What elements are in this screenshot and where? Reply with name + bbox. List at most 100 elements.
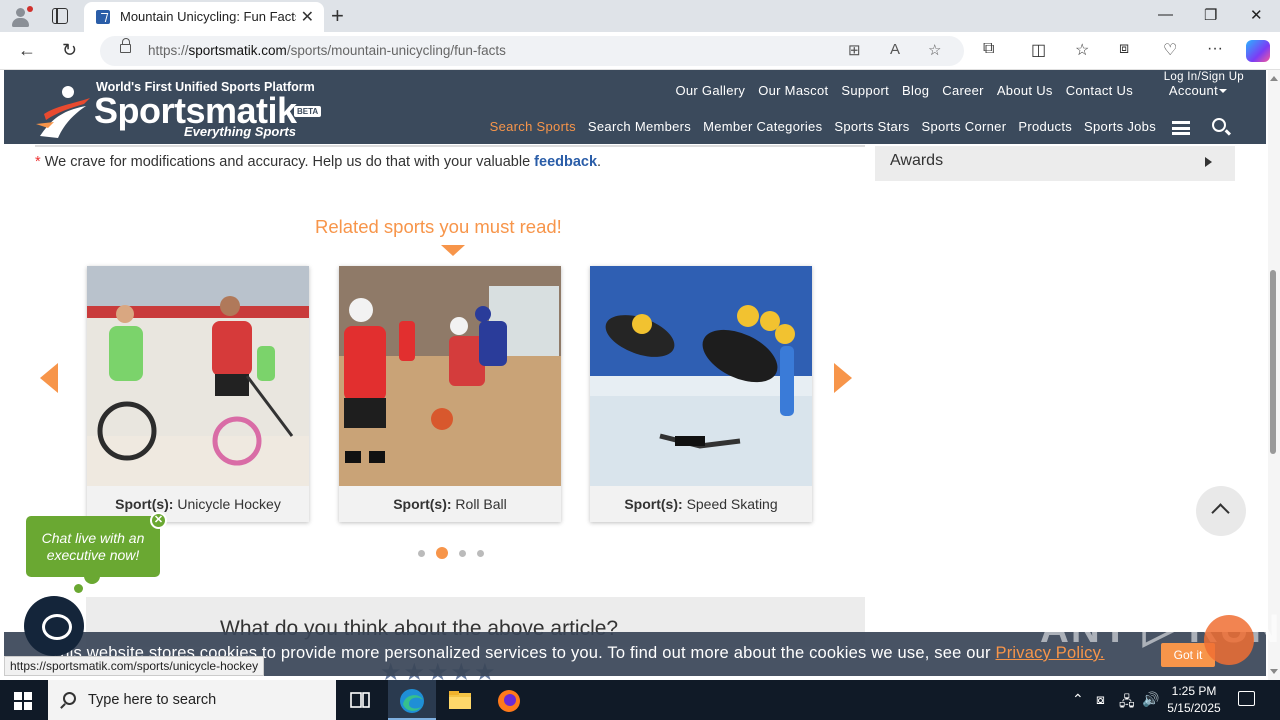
nav-products[interactable]: Products: [1018, 119, 1072, 134]
new-tab-icon[interactable]: +: [331, 3, 344, 29]
nav-search-sports[interactable]: Search Sports: [490, 119, 576, 134]
related-sports-title: Related sports you must read!: [315, 216, 562, 237]
carousel-pagination: [418, 547, 484, 559]
firefox-icon[interactable]: [496, 688, 520, 712]
chat-bubble-dot: [74, 584, 83, 593]
login-signup-link[interactable]: Log In/Sign Up: [1164, 71, 1244, 83]
chat-bubble-tail: [84, 576, 100, 584]
nav-support[interactable]: Support: [841, 83, 889, 98]
collections-icon[interactable]: ⧈: [1119, 40, 1129, 58]
favorite-star-icon[interactable]: ☆: [928, 41, 941, 59]
scrollbar-thumb[interactable]: [1270, 270, 1276, 454]
edge-browser-icon[interactable]: [399, 688, 424, 713]
volume-icon[interactable]: 🔊: [1142, 691, 1159, 708]
file-explorer-icon[interactable]: [447, 688, 471, 712]
scroll-up-arrow-icon[interactable]: [1270, 72, 1278, 81]
carousel-dot[interactable]: [418, 549, 425, 557]
task-view-icon[interactable]: [348, 688, 372, 712]
nav-our-gallery[interactable]: Our Gallery: [675, 83, 745, 98]
carousel-prev-icon[interactable]: [40, 363, 58, 393]
tray-device-icon[interactable]: ⧇: [1096, 691, 1105, 708]
carousel-dot[interactable]: [477, 549, 484, 557]
app-available-icon[interactable]: ⊞: [848, 41, 861, 59]
split-screen-icon[interactable]: ◫: [1031, 40, 1046, 60]
browser-tab-active[interactable]: Mountain Unicycling: Fun Facts, ✕: [84, 2, 324, 32]
sport-card-roll-ball[interactable]: Sport(s): Roll Ball: [339, 266, 561, 522]
account-dropdown[interactable]: Account: [1169, 83, 1228, 98]
chevron-right-icon: [1205, 157, 1217, 167]
read-aloud-icon[interactable]: A: [890, 41, 900, 58]
url-field[interactable]: https://sportsmatik.com/sports/mountain-…: [100, 36, 964, 66]
nav-member-categories[interactable]: Member Categories: [703, 119, 822, 134]
window-close-icon[interactable]: ✕: [1250, 6, 1263, 24]
feedback-text: We crave for modifications and accuracy.…: [44, 154, 531, 170]
copilot-icon[interactable]: [1246, 40, 1270, 62]
restore-icon[interactable]: ❐: [1204, 6, 1217, 24]
scroll-down-arrow-icon[interactable]: [1270, 669, 1278, 678]
nav-contact-us[interactable]: Contact Us: [1066, 83, 1133, 98]
refresh-icon[interactable]: ↻: [62, 40, 77, 61]
nav-about-us[interactable]: About Us: [997, 83, 1053, 98]
sidebar-item-label: Awards: [890, 152, 944, 169]
taskbar-search-box[interactable]: Type here to search: [48, 680, 336, 720]
sport-card-speed-skating[interactable]: Sport(s): Speed Skating: [590, 266, 812, 522]
feedback-link[interactable]: feedback: [534, 154, 597, 170]
search-icon: [63, 692, 76, 705]
chat-launcher-icon[interactable]: [24, 596, 84, 656]
sport-card-unicycle-hockey[interactable]: Sport(s): Unicycle Hockey: [87, 266, 309, 522]
sportsmatik-logo[interactable]: World's First Unified Sports Platform Sp…: [34, 80, 334, 140]
beta-badge: BETA: [294, 106, 322, 117]
favorites-icon[interactable]: ☆: [1075, 40, 1089, 60]
chat-invite-bubble[interactable]: Chat live with an executive now!: [26, 516, 160, 577]
browser-tab-bar: Mountain Unicycling: Fun Facts, ✕ + — ❐ …: [0, 0, 1280, 32]
floating-action-button[interactable]: [1204, 615, 1254, 665]
clock-time: 1:25 PM: [1171, 684, 1217, 698]
logo-subtitle: Everything Sports: [184, 124, 296, 139]
browser-essentials-icon[interactable]: ♡: [1163, 40, 1177, 60]
chat-invite-line2: executive now!: [46, 547, 140, 563]
nav-sports-jobs[interactable]: Sports Jobs: [1084, 119, 1156, 134]
nav-blog[interactable]: Blog: [902, 83, 929, 98]
nav-our-mascot[interactable]: Our Mascot: [758, 83, 828, 98]
taskbar-search-placeholder: Type here to search: [88, 692, 217, 708]
page-scrollbar[interactable]: [1268, 70, 1280, 680]
asterisk: *: [35, 154, 41, 170]
sidebar-item-awards[interactable]: Awards: [875, 146, 1235, 181]
sport-image-unicycle-hockey[interactable]: [87, 266, 309, 486]
feedback-period: .: [597, 154, 602, 170]
extensions-icon[interactable]: ⧉: [983, 40, 994, 58]
notification-center-icon[interactable]: [1238, 691, 1255, 706]
nav-search-members[interactable]: Search Members: [588, 119, 691, 134]
status-bar-url: https://sportsmatik.com/sports/unicycle-…: [4, 656, 265, 676]
tab-close-icon[interactable]: ✕: [301, 7, 314, 27]
nav-career[interactable]: Career: [942, 83, 984, 98]
main-nav: Search Sports Search Members Member Cate…: [490, 119, 1156, 134]
scroll-to-top-button[interactable]: [1196, 486, 1246, 536]
sport-image-speed-skating[interactable]: [590, 266, 812, 486]
top-nav: Our Gallery Our Mascot Support Blog Care…: [675, 83, 1133, 98]
windows-start-icon[interactable]: [14, 692, 32, 710]
site-header: World's First Unified Sports Platform Sp…: [4, 70, 1266, 144]
url-text[interactable]: https://sportsmatik.com/sports/mountain-…: [148, 43, 506, 58]
more-options-icon[interactable]: ···: [1207, 40, 1223, 58]
chat-close-icon[interactable]: ✕: [150, 512, 167, 529]
hamburger-menu-icon[interactable]: [1172, 121, 1190, 135]
feedback-note: * We crave for modifications and accurac…: [35, 154, 601, 170]
network-icon[interactable]: 🖧: [1119, 691, 1135, 715]
carousel-next-icon[interactable]: [834, 363, 852, 393]
windows-taskbar: Type here to search ⌃ ⧇ 🖧 🔊 1:25 PM 5/15…: [0, 680, 1280, 720]
profile-avatar-icon[interactable]: [10, 6, 33, 28]
system-clock[interactable]: 1:25 PM 5/15/2025: [1160, 683, 1228, 717]
nav-sports-corner[interactable]: Sports Corner: [922, 119, 1007, 134]
carousel-dot-active[interactable]: [436, 547, 448, 559]
clock-date: 5/15/2025: [1167, 701, 1221, 715]
tab-actions-icon[interactable]: [52, 8, 68, 24]
back-arrow-icon[interactable]: ←: [18, 40, 36, 61]
nav-sports-stars[interactable]: Sports Stars: [834, 119, 909, 134]
lock-icon[interactable]: [120, 38, 131, 53]
tray-chevron-icon[interactable]: ⌃: [1072, 691, 1084, 708]
sport-image-roll-ball[interactable]: [339, 266, 561, 486]
carousel-dot[interactable]: [459, 549, 466, 557]
search-icon[interactable]: [1212, 118, 1226, 132]
minimize-icon[interactable]: —: [1158, 6, 1173, 23]
